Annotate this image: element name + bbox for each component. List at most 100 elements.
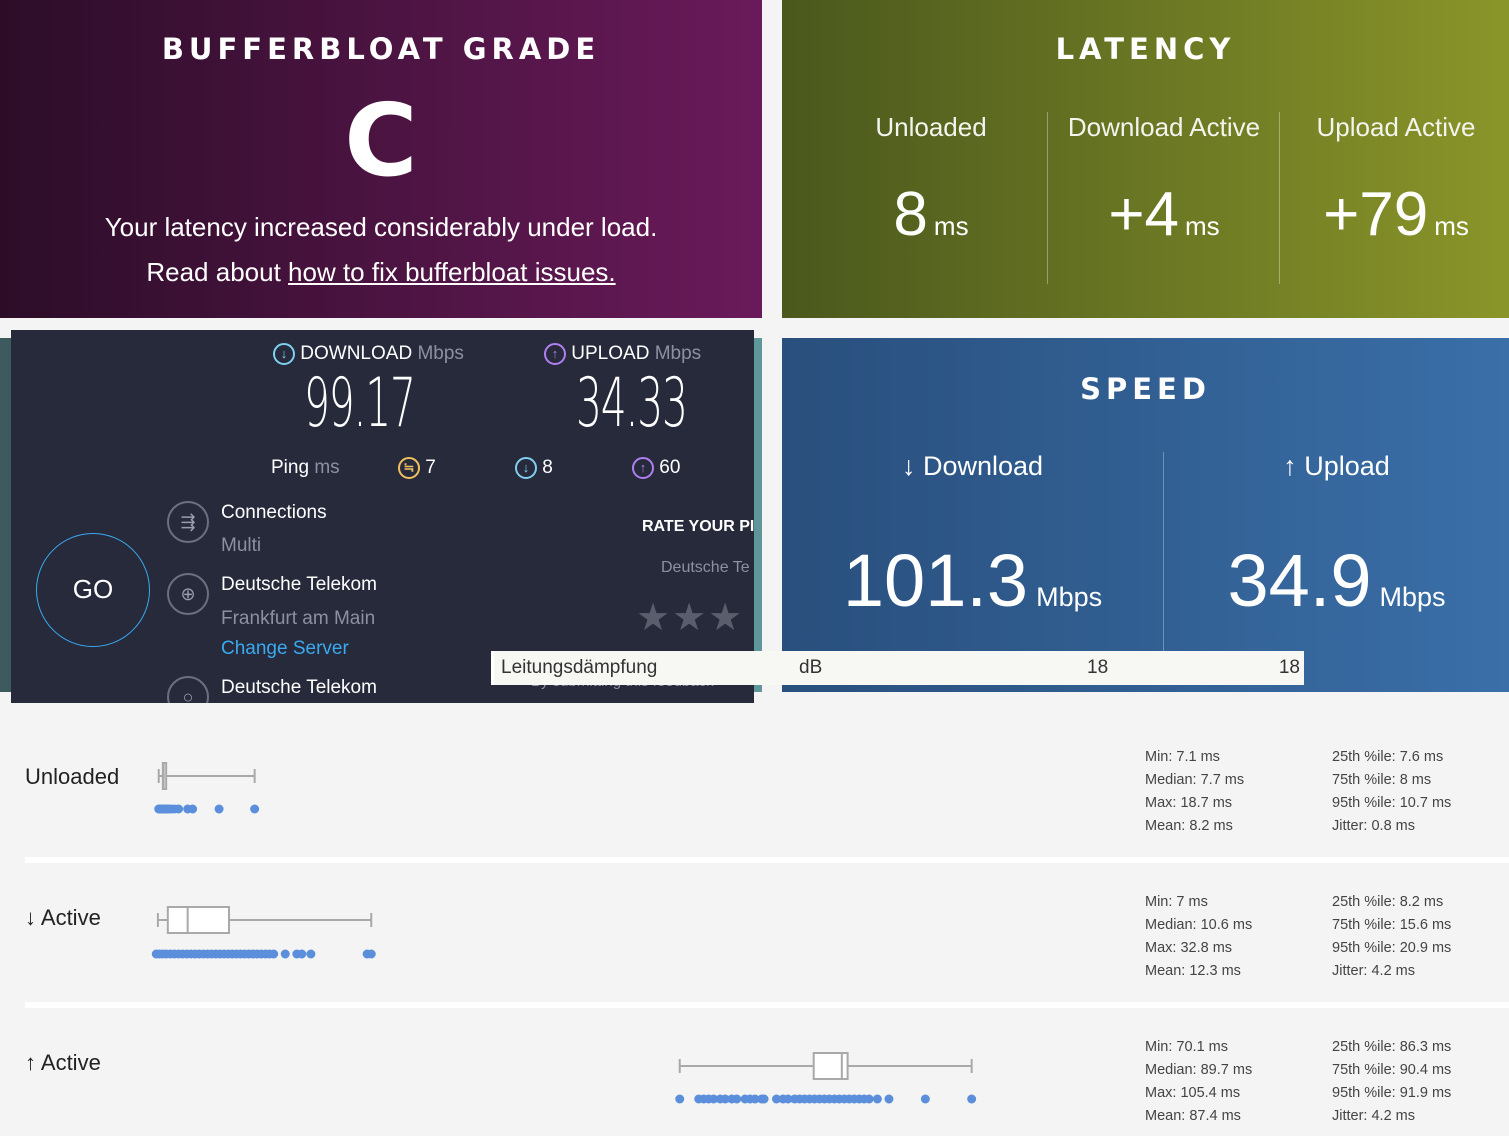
stat-p75: 75th %ile: 90.4 ms [1332,1062,1452,1078]
stat-min: Min: 7.1 ms [1145,749,1220,765]
data-point [214,804,224,814]
ping-icon: ≒ [398,457,420,479]
latency-unit: ms [1185,211,1220,241]
read-prefix: Read about [146,257,289,287]
latency-value: +4 [1108,180,1180,249]
data-point [967,1094,977,1104]
data-point [297,949,307,959]
stat-mean: Mean: 8.2 ms [1145,818,1233,834]
stat-max: Max: 32.8 ms [1145,940,1233,956]
speed-panel: SPEED ↓ Download ↑ Upload 101.3 Mbps 34.9… [782,338,1509,692]
rate-provider-name: Deutsche Te [661,559,750,576]
upload-arrow-icon: ↑ [544,343,566,365]
isp-name: Deutsche Telekom [221,574,377,595]
latency-label: Unloaded [875,112,987,142]
stat-jitter: Jitter: 4.2 ms [1332,1108,1415,1124]
rating-stars[interactable]: ★★★ [636,595,744,640]
stat-median: Median: 7.7 ms [1145,772,1245,788]
data-point [250,804,260,814]
upload-value: 34.33 [576,364,688,443]
tooltip-value-2: 18 [1278,657,1300,678]
row-percentiles: 25th %ile: 86.3 ms 75th %ile: 90.4 ms 95th… [1332,1036,1451,1128]
upload-arrow-icon: ↑ [632,457,654,479]
stat-jitter: Jitter: 4.2 ms [1332,963,1415,979]
tooltip-unit: dB [799,657,823,678]
star-icon[interactable]: ★ [636,597,672,639]
host-name: Deutsche Telekom [221,677,377,698]
data-point [864,1094,874,1104]
stat-median: Median: 10.6 ms [1145,917,1253,933]
speed-upload-value: 34.9 [1227,539,1372,622]
bufferbloat-title: BUFFERBLOAT GRADE [161,32,601,66]
download-label: DOWNLOAD [300,343,413,365]
box-plot [675,1052,977,1104]
ping-up-value: 60 [659,457,681,479]
side-strip [0,338,11,692]
latency-label: Upload Active [1316,112,1476,142]
data-point [174,804,184,814]
latency-panel: LATENCY Unloaded 8 ms Download Active +4 ms … [782,0,1509,318]
latency-unit: ms [1434,211,1469,241]
download-arrow-icon: ↓ [273,343,295,365]
data-point [884,1094,894,1104]
connections-value[interactable]: Multi [221,535,261,557]
row-percentiles: 25th %ile: 7.6 ms 75th %ile: 8 ms 95th %il… [1332,746,1451,838]
latency-upload-active: Upload Active +79 ms [1280,112,1509,250]
unit: Mbps [654,343,702,365]
box-plot [151,906,376,959]
latency-value: +79 [1323,180,1429,249]
download-arrow-icon: ↓ [515,457,537,479]
data-point [188,804,198,814]
bufferbloat-grade-panel: BUFFERBLOAT GRADE C Your latency increas… [0,0,762,318]
star-icon[interactable]: ★ [708,597,744,639]
upload-label: UPLOAD [571,343,650,365]
stat-p25: 25th %ile: 7.6 ms [1332,749,1444,765]
speed-download-value: 101.3 [842,539,1029,622]
connections-icon: ⇶ [167,501,209,543]
globe-icon: ⊕ [167,573,209,615]
latency-label: Download Active [1067,112,1261,142]
stat-p25: 25th %ile: 86.3 ms [1332,1039,1452,1055]
speed-upload: 34.9 Mbps [1164,538,1509,623]
stat-p95: 95th %ile: 10.7 ms [1332,795,1452,811]
data-point [269,949,279,959]
change-server-link[interactable]: Change Server [221,638,349,660]
stat-p95: 95th %ile: 91.9 ms [1332,1085,1452,1101]
upload-header: ↑ UPLOAD Mbps [544,343,701,365]
speed-download-label: ↓ Download [901,451,1044,481]
connections-label: Connections [221,502,327,523]
row-stats: Min: 7.1 ms Median: 7.7 ms Max: 18.7 ms Mea… [1145,746,1244,838]
fix-bufferbloat-link[interactable]: how to fix bufferbloat issues. [288,257,616,287]
stat-p75: 75th %ile: 8 ms [1332,772,1432,788]
stat-p95: 95th %ile: 20.9 ms [1332,940,1452,956]
ping-idle-value: 7 [425,457,436,479]
ping-label: Ping ms [271,457,340,479]
stat-mean: Mean: 12.3 ms [1145,963,1241,979]
speed-download: 101.3 Mbps [782,538,1163,623]
download-header: ↓ DOWNLOAD Mbps [273,343,464,365]
data-point [920,1094,930,1104]
server-location: Frankfurt am Main [221,608,376,629]
stat-p25: 25th %ile: 8.2 ms [1332,894,1444,910]
star-icon[interactable]: ★ [672,597,708,639]
side-strip [754,338,762,692]
latency-unloaded: Unloaded 8 ms [815,112,1047,250]
latency-download-active: Download Active +4 ms [1048,112,1280,250]
download-value: 99.17 [304,364,416,443]
grade: C [344,82,418,199]
unit: Mbps [417,343,464,365]
stat-median: Median: 89.7 ms [1145,1062,1253,1078]
stat-min: Min: 7 ms [1145,894,1208,910]
stat-p75: 75th %ile: 15.6 ms [1332,917,1452,933]
user-icon: ○ [167,676,209,703]
stat-max: Max: 18.7 ms [1145,795,1233,811]
stat-jitter: Jitter: 0.8 ms [1332,818,1415,834]
tooltip-label: Leitungsdämpfung [501,657,658,678]
go-button[interactable]: GO [36,533,150,647]
data-point [872,1094,882,1104]
data-point [759,1094,769,1104]
tooltip-value-1: 18 [1087,657,1109,678]
tooltip-row: Leitungsdämpfung dB 18 18 [491,651,1304,685]
iqr-box [166,906,231,934]
speed-unit: Mbps [1036,582,1103,612]
